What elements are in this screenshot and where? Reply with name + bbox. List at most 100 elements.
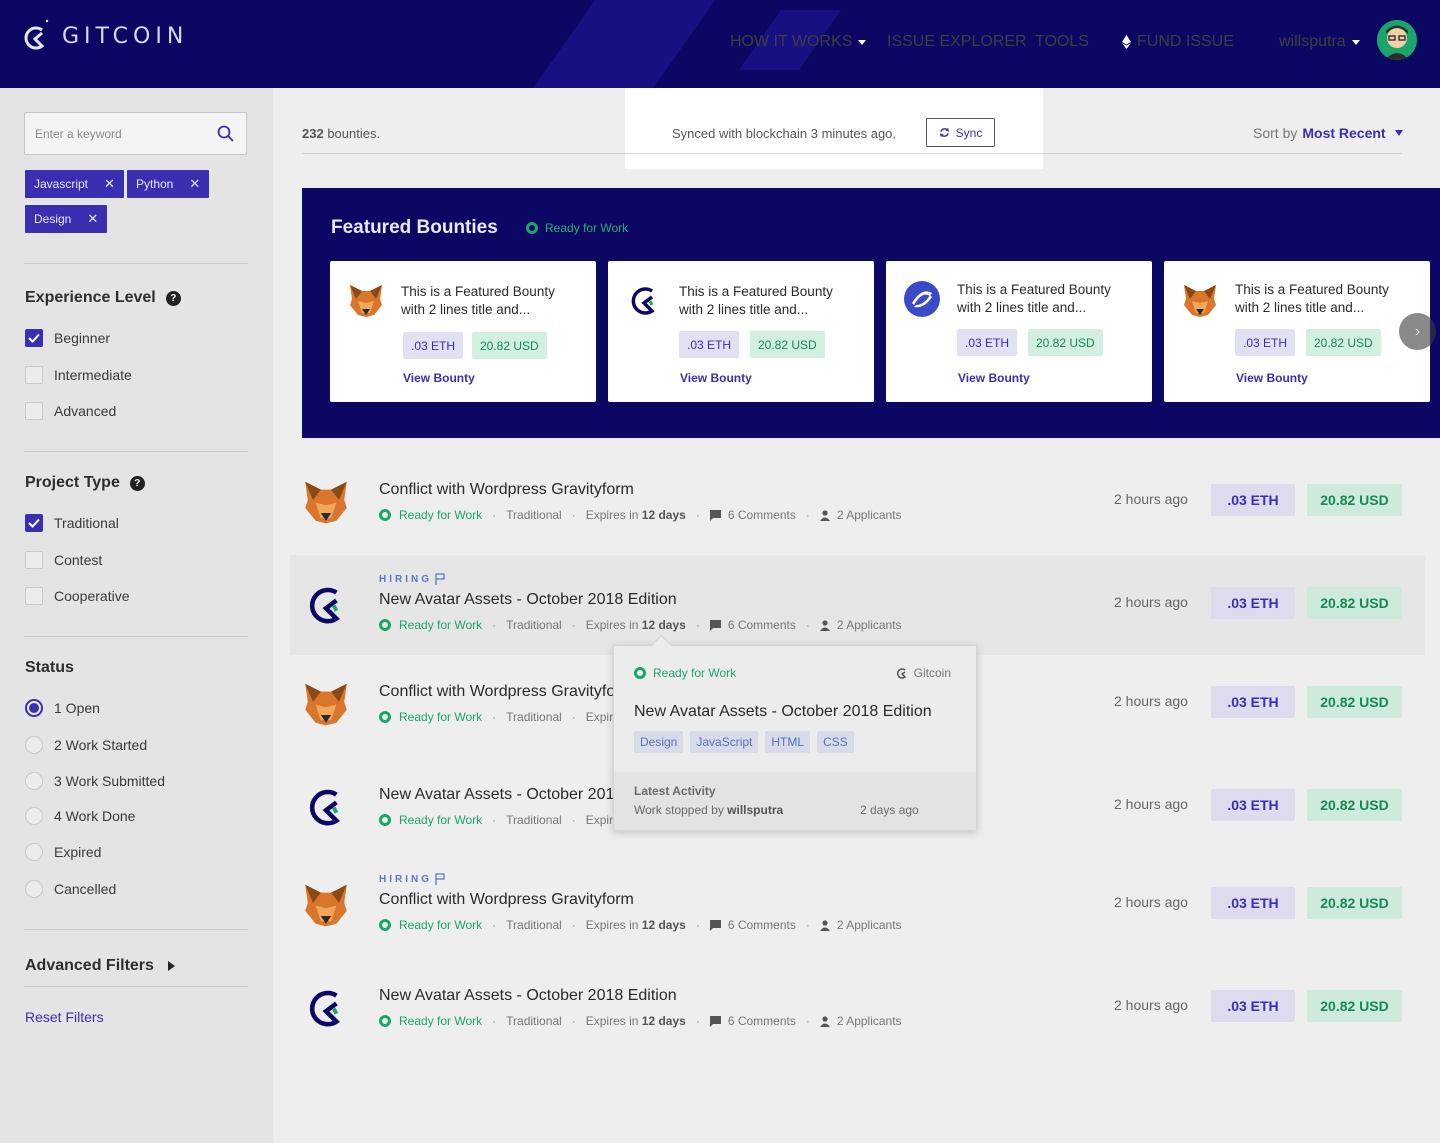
separator: ·: [805, 508, 810, 522]
metamask-fox-icon: [305, 481, 347, 524]
status-heading: Status: [25, 659, 74, 677]
view-bounty-link[interactable]: View Bounty: [958, 371, 1030, 385]
view-bounty-link[interactable]: View Bounty: [680, 371, 752, 385]
nav-how-it-works[interactable]: HOW IT WORKS: [730, 33, 867, 51]
reset-filters-link[interactable]: Reset Filters: [25, 1009, 104, 1025]
view-bounty-link[interactable]: View Bounty: [403, 371, 475, 385]
close-icon[interactable]: ✕: [189, 176, 200, 192]
close-icon[interactable]: ✕: [87, 211, 98, 227]
radio[interactable]: [25, 880, 43, 898]
applicants-count: 2 Applicants: [819, 918, 902, 932]
eth-amount-badge: .03 ETH: [403, 332, 464, 359]
checkbox-traditional[interactable]: Traditional: [25, 514, 119, 532]
applicants-text: 2 Applicants: [836, 918, 902, 932]
search-input[interactable]: [25, 113, 205, 154]
user-icon: [819, 1015, 830, 1027]
radio-open[interactable]: 1 Open: [25, 699, 100, 717]
sync-button[interactable]: Sync: [926, 118, 995, 147]
checkbox[interactable]: [25, 366, 43, 384]
radio-work-submitted[interactable]: 3 Work Submitted: [25, 772, 165, 790]
radio[interactable]: [25, 772, 43, 790]
gitcoin-logo[interactable]: GITCOIN: [20, 16, 188, 56]
bounty-row[interactable]: Conflict with Wordpress Gravityform Ready…: [290, 450, 1425, 550]
featured-title: Featured Bounties: [331, 217, 498, 238]
comment-icon: [709, 1015, 721, 1027]
featured-card[interactable]: This is a Featured Bounty with 2 lines t…: [608, 261, 874, 402]
status-text: Ready for Work: [399, 508, 483, 522]
status-dot-icon: [379, 619, 391, 631]
featured-card[interactable]: This is a Featured Bounty with 2 lines t…: [330, 261, 596, 402]
sort-dropdown[interactable]: Sort by Most Recent: [1253, 125, 1403, 141]
featured-card[interactable]: This is a Featured Bounty with 2 lines t…: [1164, 261, 1430, 402]
checkbox-cooperative[interactable]: Cooperative: [25, 587, 130, 605]
separator: ·: [695, 508, 700, 522]
bounty-row[interactable]: HIRING New Avatar Assets - October 2018 E…: [290, 555, 1425, 655]
eth-amount-badge: .03 ETH: [1211, 686, 1295, 718]
header-decoration: [503, 0, 737, 88]
help-icon[interactable]: ?: [165, 290, 181, 306]
activity-user: willsputra: [727, 803, 784, 817]
eth-amount-badge: .03 ETH: [1211, 587, 1295, 619]
expiry: Expires in 12 days: [586, 1014, 686, 1028]
bounty-title[interactable]: New Avatar Assets - October 2018 Edition: [379, 591, 677, 609]
latest-activity: Latest Activity Work stopped by willsput…: [614, 772, 976, 830]
bounty-row[interactable]: HIRING Conflict with Wordpress Gravityfor…: [290, 855, 1425, 955]
option-label: Beginner: [54, 330, 111, 346]
bounty-title[interactable]: New Avatar Assets - October 2018 Edition: [379, 987, 677, 1005]
user-menu[interactable]: willsputra: [1279, 33, 1360, 51]
avatar[interactable]: [1377, 20, 1417, 60]
separator: ·: [571, 710, 576, 724]
checkbox-contest[interactable]: Contest: [25, 551, 102, 569]
checkbox[interactable]: [25, 587, 43, 605]
separator: ·: [571, 1014, 576, 1028]
bounty-row[interactable]: New Avatar Assets - October 2018 Edition…: [290, 956, 1425, 1056]
help-icon[interactable]: ?: [129, 475, 145, 491]
view-bounty-link[interactable]: View Bounty: [1236, 371, 1308, 385]
radio-expired[interactable]: Expired: [25, 843, 101, 861]
status-text: Ready for Work: [653, 666, 737, 680]
close-icon[interactable]: ✕: [104, 176, 115, 192]
nav-tools[interactable]: TOOLS: [1035, 33, 1089, 51]
posted-time: 2 hours ago: [1114, 796, 1188, 812]
carousel-next-button[interactable]: ›: [1399, 313, 1436, 350]
nav-fund-issue[interactable]: FUND ISSUE: [1122, 33, 1234, 51]
nav-issue-explorer[interactable]: ISSUE EXPLORER: [887, 33, 1027, 51]
bounty-meta: Ready for Work · Traditional · Expires in 12…: [379, 618, 902, 632]
filter-tag-design: Design ✕: [25, 205, 108, 233]
status-dot-icon: [379, 1015, 391, 1027]
radio[interactable]: [25, 807, 43, 825]
status-text: Ready for Work: [545, 221, 629, 235]
nav-label: ISSUE EXPLORER: [887, 33, 1027, 50]
checkbox-checked[interactable]: [25, 514, 43, 532]
gitcoin-logo-icon: [309, 587, 340, 624]
featured-card-title: This is a Featured Bounty with 2 lines t…: [679, 284, 833, 317]
status-dot-icon: [379, 814, 391, 826]
refresh-icon: [939, 127, 949, 138]
bounty-title[interactable]: Conflict with Wordpress Gravityform: [379, 481, 634, 499]
radio[interactable]: [25, 843, 43, 861]
radio-work-started[interactable]: 2 Work Started: [25, 736, 147, 754]
separator: ·: [571, 618, 576, 632]
checkbox[interactable]: [25, 551, 43, 569]
bounty-title[interactable]: Conflict with Wordpress Gravityform: [379, 891, 634, 909]
gitcoin-logo-icon: [24, 19, 49, 50]
usd-amount-badge: 20.82 USD: [1307, 990, 1402, 1022]
search-icon[interactable]: [217, 125, 234, 147]
bounty-title[interactable]: Conflict with Wordpress Gravityform: [379, 683, 634, 701]
radio-cancelled[interactable]: Cancelled: [25, 880, 116, 898]
radio-work-done[interactable]: 4 Work Done: [25, 807, 135, 825]
divider: [24, 929, 248, 930]
project-type-heading: Project Type ?: [25, 474, 145, 492]
skill-tag: HTML: [765, 731, 811, 753]
checkbox-advanced[interactable]: Advanced: [25, 402, 116, 420]
radio-selected[interactable]: [25, 699, 43, 717]
checkbox[interactable]: [25, 402, 43, 420]
advanced-filters-toggle[interactable]: Advanced Filters: [25, 957, 175, 975]
radio[interactable]: [25, 736, 43, 754]
checkbox-intermediate[interactable]: Intermediate: [25, 366, 132, 384]
top-navbar: GITCOIN HOW IT WORKS ISSUE EXPLORER TOOL…: [0, 0, 1440, 88]
advanced-filters-label: Advanced Filters: [25, 957, 154, 974]
featured-card[interactable]: This is a Featured Bounty with 2 lines t…: [886, 261, 1152, 402]
checkbox-checked[interactable]: [25, 329, 43, 347]
checkbox-beginner[interactable]: Beginner: [25, 329, 110, 347]
